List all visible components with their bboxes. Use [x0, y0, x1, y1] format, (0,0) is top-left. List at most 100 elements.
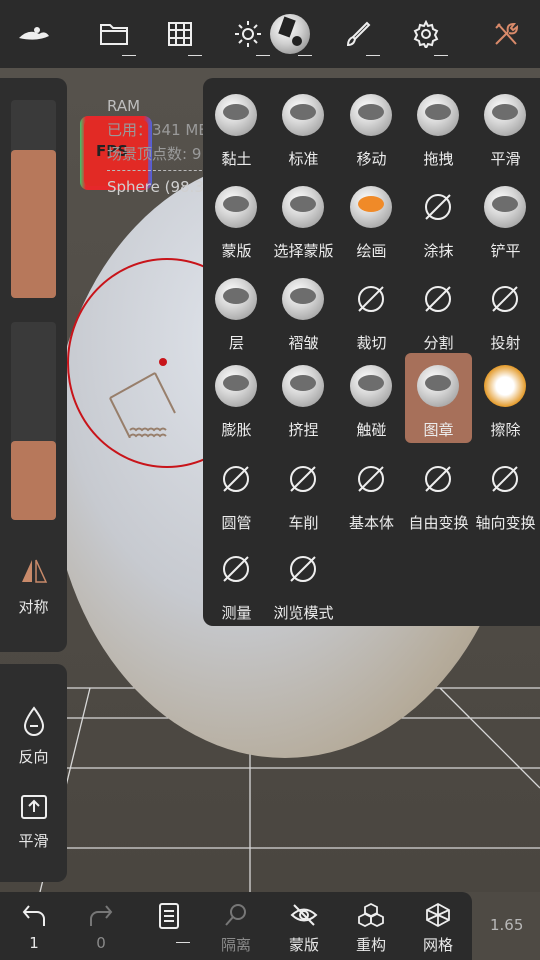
tool-label: 挤捏: [288, 421, 319, 439]
inflate-icon: [215, 365, 257, 407]
symmetry-button[interactable]: 对称: [0, 558, 67, 617]
ram-label: RAM: [107, 97, 141, 115]
intensity-slider[interactable]: [11, 322, 56, 520]
standard-icon: [282, 94, 324, 136]
tool-crease[interactable]: 褶皱: [270, 266, 337, 356]
gizmo-transform-icon: [484, 458, 526, 500]
lathe-icon: [282, 458, 324, 500]
flatten-icon: [484, 186, 526, 228]
tool-label: 投射: [490, 334, 521, 352]
tool-paint[interactable]: 绘画: [338, 174, 405, 264]
radius-slider[interactable]: [11, 100, 56, 298]
tool-project[interactable]: 投射: [472, 266, 539, 356]
crease-icon: [282, 278, 324, 320]
tool-primitive[interactable]: 基本体: [338, 446, 405, 536]
tool-free-transform[interactable]: 自由变换: [405, 446, 472, 536]
tool-label: 浏览模式: [273, 604, 334, 622]
tool-label: 黏土: [221, 150, 252, 168]
tool-tweak[interactable]: 触碰: [338, 353, 405, 443]
tool-label: 拖拽: [423, 150, 454, 168]
smooth-toggle-label: 平滑: [18, 832, 49, 850]
tool-camera[interactable]: 浏览模式: [270, 536, 337, 626]
search-icon: [225, 904, 246, 926]
tool-select-mask[interactable]: 选择蒙版: [270, 174, 337, 264]
tool-label: 触碰: [356, 421, 387, 439]
scene-panel-button[interactable]: [140, 902, 200, 943]
tweak-icon: [350, 365, 392, 407]
invert-button[interactable]: 反向: [0, 706, 67, 767]
tool-split[interactable]: 分割: [405, 266, 472, 356]
isolate-button[interactable]: 隔离: [206, 902, 266, 955]
tool-label: 圆管: [221, 514, 252, 532]
grid-icon[interactable]: [158, 12, 202, 56]
mask-icon: [215, 186, 257, 228]
light-icon[interactable]: [226, 12, 270, 56]
tool-label: 铲平: [490, 242, 521, 260]
undo-button[interactable]: 1: [4, 902, 64, 952]
trim-icon: [350, 278, 392, 320]
mesh-button[interactable]: 网格: [408, 902, 468, 955]
primitive-icon: [350, 458, 392, 500]
mesh-icon: [426, 902, 450, 928]
tool-mask[interactable]: 蒙版: [203, 174, 270, 264]
tool-gizmo-transform[interactable]: 轴向变换: [472, 446, 539, 536]
tool-label: 测量: [221, 604, 252, 622]
invert-label: 反向: [18, 748, 49, 766]
tool-move[interactable]: 移动: [338, 82, 405, 172]
remesh-label: 重构: [355, 936, 386, 954]
tool-smudge[interactable]: 涂抹: [405, 174, 472, 264]
undo-icon: [22, 905, 45, 926]
redo-count: 0: [96, 934, 106, 952]
isolate-label: 隔离: [220, 936, 251, 954]
tool-label: 褶皱: [288, 334, 319, 352]
brush-icon[interactable]: [336, 12, 380, 56]
folder-icon[interactable]: [92, 12, 136, 56]
vertex-count-label: 场景顶点数: 9: [107, 145, 202, 163]
tool-label: 分割: [423, 334, 454, 352]
tool-stamp[interactable]: 图章: [405, 353, 472, 443]
stamp-icon: [417, 365, 459, 407]
app-logo-icon[interactable]: [12, 12, 56, 56]
smooth-toggle-button[interactable]: 平滑: [0, 794, 67, 851]
tool-pinch[interactable]: 挤捏: [270, 353, 337, 443]
tool-smooth[interactable]: 平滑: [472, 82, 539, 172]
tool-ruler[interactable]: 测量: [203, 536, 270, 626]
free-transform-icon: [417, 458, 459, 500]
tool-lathe[interactable]: 车削: [270, 446, 337, 536]
left-slider-panel: 对称: [0, 78, 67, 652]
erase-icon: [484, 365, 526, 407]
tool-label: 平滑: [490, 150, 521, 168]
tool-standard[interactable]: 标准: [270, 82, 337, 172]
stats-separator: [107, 170, 207, 171]
pinch-icon: [282, 365, 324, 407]
tool-drag[interactable]: 拖拽: [405, 82, 472, 172]
tool-label: 车削: [288, 514, 319, 532]
remesh-button[interactable]: 重构: [341, 902, 401, 955]
tool-label: 膨胀: [221, 421, 252, 439]
stats-overlay: RAM 已用：341 MB 场景顶点数: 9 Sphere (98.3: [107, 94, 209, 199]
tool-clay[interactable]: 黏土: [203, 82, 270, 172]
tool-tube[interactable]: 圆管: [203, 446, 270, 536]
mask-label: 蒙版: [288, 936, 319, 954]
smooth-icon: [484, 94, 526, 136]
tool-flatten[interactable]: 铲平: [472, 174, 539, 264]
tool-inflate[interactable]: 膨胀: [203, 353, 270, 443]
ram-used-label: 已用：341 MB: [107, 121, 209, 139]
redo-icon: [90, 905, 113, 926]
tube-icon: [215, 458, 257, 500]
tool-label: 自由变换: [408, 514, 469, 532]
mesh-label: 网格: [422, 936, 453, 954]
tool-erase[interactable]: 擦除: [472, 353, 539, 443]
redo-button[interactable]: 0: [71, 902, 131, 952]
settings-icon[interactable]: [404, 12, 448, 56]
mask-visibility-button[interactable]: 蒙版: [274, 902, 334, 955]
tools-icon[interactable]: [484, 12, 528, 56]
tool-label: 擦除: [490, 421, 521, 439]
tool-trim[interactable]: 裁切: [338, 266, 405, 356]
matcap-icon[interactable]: [268, 12, 312, 56]
intensity-slider-fill: [11, 440, 56, 520]
tool-label: 移动: [356, 150, 387, 168]
smudge-icon: [417, 186, 459, 228]
tool-layer[interactable]: 层: [203, 266, 270, 356]
tool-label: 裁切: [356, 334, 387, 352]
